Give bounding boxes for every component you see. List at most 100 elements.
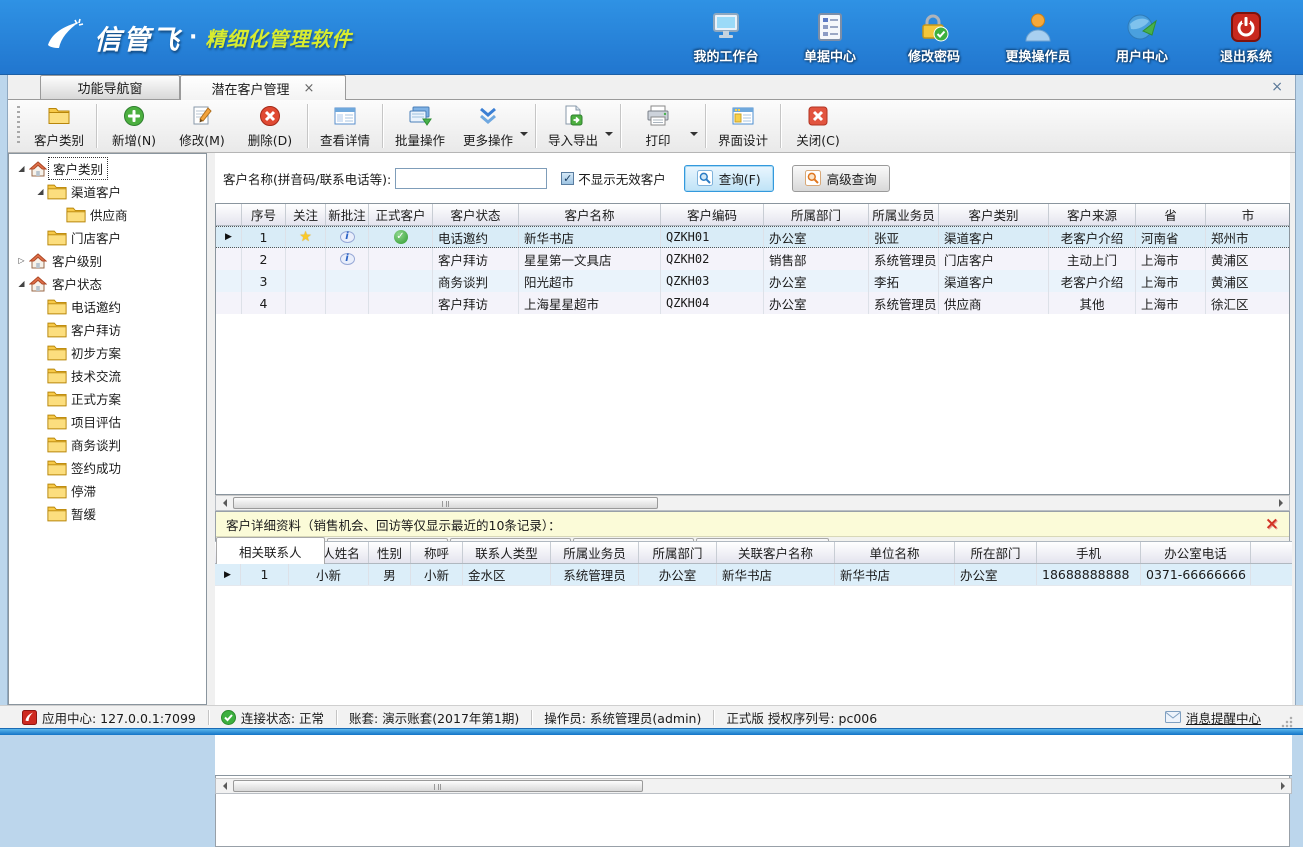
note-icon: i <box>340 231 355 243</box>
tree-node-渠道客户[interactable]: ◢渠道客户 <box>9 180 206 203</box>
tree-node-停滞[interactable]: 停滞 <box>9 479 206 502</box>
column-header-salesman[interactable]: 所属业务员 <box>551 542 639 563</box>
hide-invalid-checkbox[interactable]: ✓ 不显示无效客户 <box>561 169 666 188</box>
column-header-company[interactable]: 单位名称 <box>835 542 955 563</box>
column-header-in_dept[interactable]: 所在部门 <box>955 542 1037 563</box>
column-header-customer[interactable]: 关联客户名称 <box>717 542 835 563</box>
detail-close-icon[interactable]: × <box>1265 516 1279 533</box>
column-header-gender[interactable]: 性别 <box>369 542 411 563</box>
tree-expander-icon[interactable]: ▷ <box>15 256 28 265</box>
tree-node-客户状态[interactable]: ◢客户状态 <box>9 272 206 295</box>
column-header-title[interactable]: 称呼 <box>411 542 463 563</box>
column-header-dept[interactable]: 所属部门 <box>639 542 717 563</box>
toolbar-button-close[interactable]: 关闭(C) <box>784 102 852 150</box>
toolbar-button-more[interactable]: 更多操作 <box>454 102 522 150</box>
star-icon: ★ <box>299 229 312 245</box>
toolbar-button-batch[interactable]: 批量操作 <box>386 102 454 150</box>
scrollbar-thumb[interactable] <box>233 780 643 792</box>
column-header-mobile[interactable]: 手机 <box>1037 542 1141 563</box>
tree-node-电话邀约[interactable]: 电话邀约 <box>9 295 206 318</box>
checkbox-check-icon[interactable]: ✓ <box>561 172 574 185</box>
contacts-grid-hscrollbar[interactable] <box>215 778 1292 794</box>
toolbar-grip[interactable] <box>17 106 20 146</box>
column-header-category[interactable]: 客户类别 <box>939 204 1049 225</box>
tree-node-label: 供应商 <box>86 204 132 225</box>
toolbar-button-delete[interactable]: 删除(D) <box>236 102 304 150</box>
tree-node-正式方案[interactable]: 正式方案 <box>9 387 206 410</box>
tab-nav-window[interactable]: 功能导航窗 <box>40 75 180 99</box>
table-row[interactable]: 4客户拜访上海星星超市QZKH04办公室系统管理员供应商其他上海市徐汇区 <box>216 292 1289 314</box>
scrollbar-thumb[interactable] <box>233 497 658 509</box>
column-header-formal[interactable]: 正式客户 <box>369 204 433 225</box>
cell-city: 黄浦区 <box>1206 270 1290 292</box>
toolbar-button-import-export[interactable]: 导入导出 <box>539 102 607 150</box>
nav-password[interactable]: 修改密码 <box>895 10 973 65</box>
column-header-star[interactable]: 关注 <box>286 204 326 225</box>
dropdown-caret-icon[interactable] <box>690 132 698 140</box>
column-header-source[interactable]: 客户来源 <box>1049 204 1136 225</box>
nav-switch-operator[interactable]: 更换操作员 <box>999 10 1077 65</box>
toolbar-button-details[interactable]: 查看详情 <box>311 102 379 150</box>
query-button[interactable]: 查询(F) <box>684 165 774 192</box>
tree-node-签约成功[interactable]: 签约成功 <box>9 456 206 479</box>
scroll-left-arrow-icon[interactable] <box>216 779 232 793</box>
column-header-name[interactable]: 客户名称 <box>519 204 661 225</box>
scroll-right-arrow-icon[interactable] <box>1275 779 1291 793</box>
table-row[interactable]: 3商务谈判阳光超市QZKH03办公室李拓渠道客户老客户介绍上海市黄浦区 <box>216 270 1289 292</box>
column-header-seq[interactable]: 序号 <box>242 204 286 225</box>
tree-node-门店客户[interactable]: 门店客户 <box>9 226 206 249</box>
scroll-left-arrow-icon[interactable] <box>216 496 232 510</box>
column-header-status[interactable]: 客户状态 <box>433 204 519 225</box>
tree-node-客户级别[interactable]: ▷客户级别 <box>9 249 206 272</box>
toolbar-button-edit[interactable]: 修改(M) <box>168 102 236 150</box>
tab-close-icon[interactable]: × <box>304 81 315 96</box>
tree-node-商务谈判[interactable]: 商务谈判 <box>9 433 206 456</box>
tree-node-初步方案[interactable]: 初步方案 <box>9 341 206 364</box>
column-header-note[interactable]: 新批注 <box>326 204 369 225</box>
column-header-dept[interactable]: 所属部门 <box>764 204 869 225</box>
search-input[interactable] <box>395 168 547 189</box>
tabstrip-close-icon[interactable]: × <box>1271 79 1283 95</box>
cell-dept: 办公室 <box>764 270 869 292</box>
tree-node-暂缓[interactable]: 暂缓 <box>9 502 206 525</box>
tree-node-客户类别[interactable]: ◢客户类别 <box>9 157 206 180</box>
nav-exit[interactable]: 退出系统 <box>1207 10 1285 65</box>
toolbar-button-print[interactable]: 打印 <box>624 102 692 150</box>
nav-workbench[interactable]: 我的工作台 <box>687 10 765 65</box>
dropdown-caret-icon[interactable] <box>605 132 613 140</box>
documents-icon <box>815 10 845 44</box>
cell-customer: 新华书店 <box>717 564 835 585</box>
nav-documents[interactable]: 单据中心 <box>791 10 869 65</box>
scroll-right-arrow-icon[interactable] <box>1273 496 1289 510</box>
grid-selector-header <box>216 204 242 225</box>
table-row[interactable]: 2i客户拜访星星第一文具店QZKH02销售部系统管理员门店客户主动上门上海市黄浦… <box>216 248 1289 270</box>
tree-node-项目评估[interactable]: 项目评估 <box>9 410 206 433</box>
statusbar-item-5[interactable]: 消息提醒中心 <box>1153 708 1273 727</box>
resize-grip[interactable] <box>1281 716 1293 728</box>
column-header-code[interactable]: 客户编码 <box>661 204 764 225</box>
column-header-type[interactable]: 联系人类型 <box>463 542 551 563</box>
table-row[interactable]: ▶1小新男小新金水区系统管理员办公室新华书店新华书店办公室18688888888… <box>215 564 1292 586</box>
customer-grid-hscrollbar[interactable] <box>215 495 1290 511</box>
advanced-query-button[interactable]: 高级查询 <box>792 165 890 192</box>
tree-node-技术交流[interactable]: 技术交流 <box>9 364 206 387</box>
toolbar-button-label: 查看详情 <box>320 130 370 149</box>
toolbar-button-folder[interactable]: 客户类别 <box>25 102 93 150</box>
tree-expander-icon[interactable]: ◢ <box>15 164 28 173</box>
tree-expander-icon[interactable]: ◢ <box>15 279 28 288</box>
column-header-salesman[interactable]: 所属业务员 <box>869 204 939 225</box>
dropdown-caret-icon[interactable] <box>520 132 528 140</box>
toolbar-button-add[interactable]: 新增(N) <box>100 102 168 150</box>
tree-node-客户拜访[interactable]: 客户拜访 <box>9 318 206 341</box>
column-header-city[interactable]: 市 <box>1206 204 1290 225</box>
folder-icon <box>66 205 86 224</box>
detail-tab-相关联系人[interactable]: 相关联系人 <box>216 537 325 564</box>
table-row[interactable]: ▶1★i✓电话邀约新华书店QZKH01办公室张亚渠道客户老客户介绍河南省郑州市 <box>216 226 1289 248</box>
column-header-province[interactable]: 省 <box>1136 204 1206 225</box>
toolbar-button-design[interactable]: 界面设计 <box>709 102 777 150</box>
tree-node-供应商[interactable]: 供应商 <box>9 203 206 226</box>
column-header-office[interactable]: 办公室电话 <box>1141 542 1251 563</box>
nav-user-center[interactable]: 用户中心 <box>1103 10 1181 65</box>
tree-expander-icon[interactable]: ◢ <box>34 187 47 196</box>
tab-potential-customers[interactable]: 潜在客户管理× <box>180 75 346 100</box>
